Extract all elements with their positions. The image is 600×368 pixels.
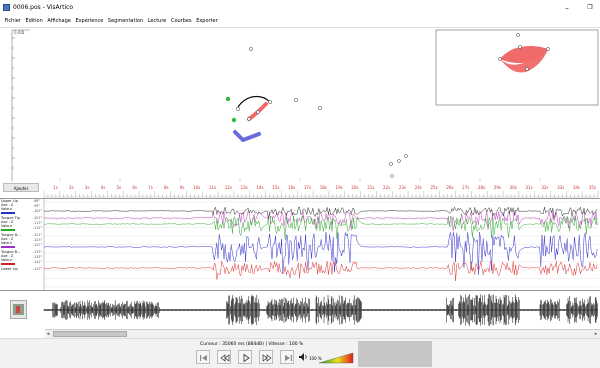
timeline-tick-label: 31s — [525, 185, 532, 190]
restore-button[interactable]: ❐ — [583, 2, 597, 14]
scroll-left-icon[interactable]: ◂ — [44, 330, 52, 338]
menu-fichier[interactable]: Fichier — [3, 16, 22, 27]
timeline-tick-label: 11s — [209, 185, 216, 190]
curve-black — [43, 206, 598, 219]
speaker-icon[interactable] — [298, 352, 308, 362]
play-icon — [243, 353, 250, 363]
curve-red — [43, 260, 598, 282]
minimize-button[interactable]: – — [560, 2, 574, 14]
timeline-tick-label: 13s — [241, 185, 248, 190]
window-title: 0006.pos - VisArtico — [13, 4, 74, 11]
menu-exporter[interactable]: Exporter — [195, 16, 220, 27]
timeline-tick-label: 15s — [272, 185, 279, 190]
timeline-tick-label: 8s — [164, 185, 169, 190]
timeline-tick-label: 6s — [132, 185, 137, 190]
menu-lecture[interactable]: Lecture — [146, 16, 168, 27]
audio-waveform[interactable] — [0, 290, 600, 329]
timeline-tick-label: 26s — [446, 185, 453, 190]
timeline-tick-label: 28s — [478, 185, 485, 190]
cursor-label: Curseur — [200, 342, 218, 347]
timeline-ruler[interactable]: Ajouter 1s 2s 3s 4s 5s 6s 7s 8s 9s 10s 11s 12s 13s 14… — [0, 181, 600, 199]
timeline-tick-label: 35s — [589, 185, 596, 190]
timeline-tick-label: 32s — [541, 185, 548, 190]
curve-tracks[interactable]: Upper Lip Axe : Z Valeur -98° -99° -101° Tongu… — [0, 198, 600, 290]
menu-affichage[interactable]: Affichage — [46, 16, 73, 27]
timeline-tick-label: 23s — [399, 185, 406, 190]
timeline-tick-label: 22s — [383, 185, 390, 190]
timeline-tick-label: 12s — [225, 185, 232, 190]
skip-to-start-button[interactable] — [196, 350, 210, 364]
skip-to-end-button[interactable] — [280, 350, 294, 364]
timeline-tick-label: 1s — [53, 185, 58, 190]
rewind-button[interactable] — [217, 350, 231, 364]
timeline-tick-label: 14s — [256, 185, 263, 190]
skip-end-icon — [285, 355, 292, 361]
speed-label: Vitesse — [268, 342, 285, 347]
articulatory-canvas — [11, 29, 599, 181]
menu-experience[interactable]: Expérience — [74, 16, 105, 27]
timeline-tick-label: 27s — [462, 185, 469, 190]
horizontal-scrollbar[interactable]: ◂ ▸ — [45, 329, 600, 338]
volume-slider[interactable] — [318, 352, 354, 364]
articulatory-view[interactable]: 0.00 1 — [0, 28, 600, 182]
timeline-tick-label: 2s — [69, 185, 74, 190]
timeline-tick-label: 10s — [193, 185, 200, 190]
timeline-tick-label: 4s — [101, 185, 106, 190]
playback-panel: Curseur : 35060 ms (884dB) | Vitesse : 1… — [0, 338, 600, 368]
scroll-thumb[interactable] — [53, 331, 127, 337]
timeline-tick-label: 7s — [148, 185, 153, 190]
fast-forward-icon — [262, 354, 272, 362]
menu-courbes[interactable]: Courbes — [169, 16, 193, 27]
timeline-ticks: 1s 2s 3s 4s 5s 6s 7s 8s 9s 10s 11s 12s 13s 14s 15s 16s 1… — [43, 185, 599, 198]
timeline-tick-label: 30s — [510, 185, 517, 190]
timeline-tick-label: 9s — [180, 185, 185, 190]
timeline-tick-label: 3s — [85, 185, 90, 190]
timeline-tick-label: 29s — [494, 185, 501, 190]
fast-forward-button[interactable] — [259, 350, 273, 364]
curves-canvas — [43, 198, 598, 290]
speed-value: 100 % — [289, 342, 304, 347]
app-icon — [3, 4, 10, 11]
menu-edition[interactable]: Edition — [24, 16, 44, 27]
title-bar: 0006.pos - VisArtico – ❐ — [0, 0, 600, 16]
play-button[interactable] — [238, 350, 252, 364]
timeline-tick-label: 19s — [336, 185, 343, 190]
timeline-tick-label: 34s — [573, 185, 580, 190]
rewind-icon — [220, 354, 230, 362]
waveform-path — [43, 294, 598, 326]
scroll-right-icon[interactable]: ▸ — [592, 330, 600, 338]
skip-start-icon — [200, 355, 207, 361]
menu-segmentation[interactable]: Segmentation — [106, 16, 144, 27]
timeline-tick-label: 21s — [367, 185, 374, 190]
timeline-tick-label: 25s — [431, 185, 438, 190]
timeline-tick-label: 16s — [288, 185, 295, 190]
timeline-tick-label: 18s — [320, 185, 327, 190]
waveform-canvas — [43, 294, 598, 326]
timeline-tick-label: 20s — [351, 185, 358, 190]
menu-bar: Fichier Edition Affichage Expérience Seg… — [0, 16, 600, 28]
timeline-tick-label: 17s — [304, 185, 311, 190]
timeline-tick-label: 5s — [117, 185, 122, 190]
cursor-value: 35060 ms (884dB) — [222, 342, 265, 347]
preview-panel — [358, 341, 432, 367]
cursor-readout: Curseur : 35060 ms (884dB) | Vitesse : 1… — [200, 342, 304, 347]
timeline-tick-label: 24s — [415, 185, 422, 190]
timeline-tick-label: 33s — [557, 185, 564, 190]
